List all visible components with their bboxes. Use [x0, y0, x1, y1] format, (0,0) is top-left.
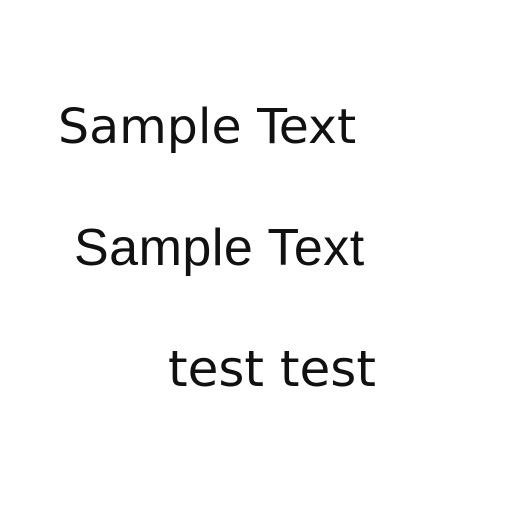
text-line-2: Sample Text: [74, 219, 365, 277]
text-line-1: Sample Text: [58, 99, 357, 155]
text-line-3: test test: [168, 340, 376, 398]
text-canvas: Sample Text Sample Text test test: [0, 0, 512, 512]
